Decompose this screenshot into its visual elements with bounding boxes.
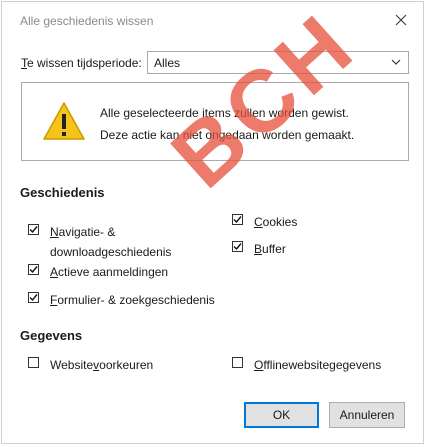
checkbox-label: Actieve aanmeldingen	[50, 265, 169, 279]
checkbox-label: Offlinewebsitegegevens	[254, 358, 382, 372]
checkmark-icon	[29, 266, 38, 274]
warning-text-line1: Alle geselecteerde items zullen worden g…	[100, 106, 349, 120]
checkbox-box[interactable]	[232, 214, 243, 225]
chevron-down-icon	[390, 56, 402, 71]
checkmark-icon	[233, 216, 242, 224]
time-range-select[interactable]: Alles	[147, 51, 409, 74]
checkbox-box[interactable]	[28, 264, 39, 275]
time-range-value: Alles	[154, 56, 181, 70]
ok-button[interactable]: OK	[244, 402, 319, 428]
warning-box: Alle geselecteerde items zullen worden g…	[21, 82, 409, 161]
cancel-button[interactable]: Annuleren	[329, 402, 405, 428]
dialog-title: Alle geschiedenis wissen	[20, 14, 154, 28]
history-heading: Geschiedenis	[20, 185, 105, 200]
checkbox-box[interactable]	[28, 357, 39, 368]
close-icon	[395, 14, 407, 26]
title-bar: Alle geschiedenis wissen	[2, 2, 425, 38]
close-button[interactable]	[391, 10, 411, 30]
warning-text-line2: Deze actie kan niet ongedaan worden gema…	[100, 128, 355, 142]
checkbox-label: Buffer	[254, 242, 286, 256]
checkbox-label: Cookies	[254, 215, 298, 229]
checkmark-icon	[29, 226, 38, 234]
checkmark-icon	[29, 294, 38, 302]
checkbox-label: Websitevoorkeuren	[50, 358, 154, 372]
warning-icon	[42, 101, 86, 144]
checkbox-box[interactable]	[232, 357, 243, 368]
dialog-window: Alle geschiedenis wissen Te wissen tijds…	[1, 0, 425, 444]
checkbox-box[interactable]	[232, 241, 243, 252]
checkbox-label: Formulier- & zoekgeschiedenis	[50, 293, 215, 307]
time-range-label: Te wissen tijdsperiode:	[21, 56, 142, 70]
data-heading: Gegevens	[20, 328, 83, 343]
checkbox-label: Navigatie- & downloadgeschiedenis	[50, 225, 172, 259]
checkbox-box[interactable]	[28, 224, 39, 235]
checkmark-icon	[233, 243, 242, 251]
checkbox-box[interactable]	[28, 292, 39, 303]
